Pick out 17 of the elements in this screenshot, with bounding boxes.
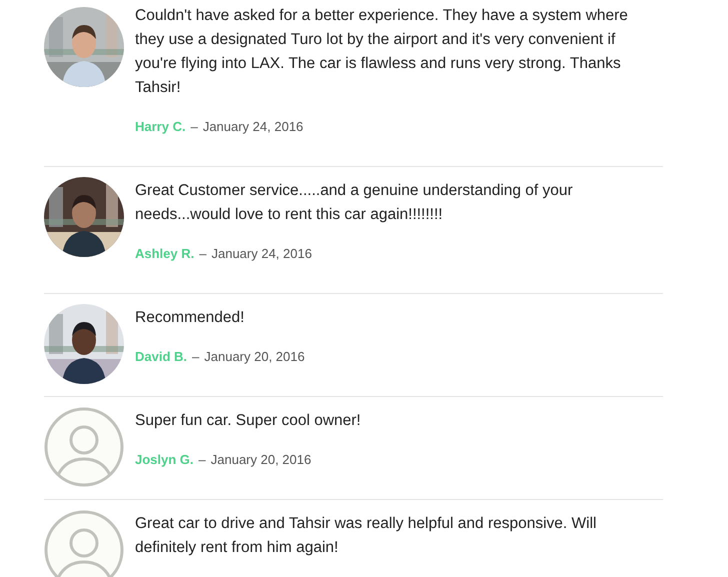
review-text: Super fun car. Super cool owner! [135,411,362,431]
separator: – [199,245,206,263]
review-text: Great Customer service.....and a genuine understanding of your needs...would love to rent this car again!!!!!!!! [135,181,574,225]
author-link[interactable]: Joslyn G. [135,450,194,470]
author-link[interactable]: Ashley R. [135,244,194,264]
review-text: Recommended! [135,308,246,328]
review-date: January 24, 2016 [202,118,304,136]
author-link[interactable]: David B. [135,347,188,367]
review-text: Great car to drive and Tahsir was really helpful and responsive. Will definitely rent from him again! [135,514,598,558]
separator: – [190,118,198,136]
author-link[interactable]: Harry C. [135,117,186,137]
review-text: Couldn't have asked for a better experience. They have a system where they use a designated Turo lot by the airport and it's very convenient if you're flying into LAX. The car is flawless and runs very strong. Thanks Tahsir! [135,6,629,98]
review-date: January 20, 2016 [204,348,305,366]
separator: – [198,451,206,469]
separator: – [192,348,200,366]
review-date: January 24, 2016 [211,245,312,263]
review-date: January 20, 2016 [210,451,312,469]
